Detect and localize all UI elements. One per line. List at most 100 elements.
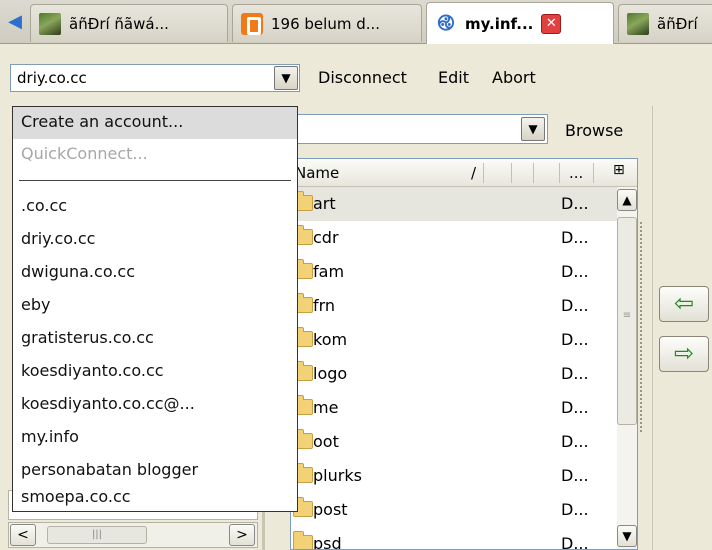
file-type: D... [561,364,589,383]
path-select[interactable]: ▼ [290,114,548,144]
file-row[interactable]: post D... [291,493,617,527]
file-type: D... [561,500,589,519]
transfer-right-icon[interactable]: ⇨ [659,336,709,372]
file-type: D... [561,432,589,451]
file-name: plurks [313,466,362,485]
file-row[interactable]: cdr D... [291,221,617,255]
file-row[interactable]: psd D... [291,527,617,550]
file-name: oot [313,432,339,451]
transfer-left-icon[interactable]: ⇦ [659,286,709,322]
column-separator[interactable] [511,163,512,183]
column-separator[interactable] [483,163,484,183]
column-picker-icon[interactable]: ⊞ [613,162,625,178]
file-name: frn [313,296,336,315]
tree-horizontal-scrollbar[interactable]: < ||| > [8,522,258,548]
chevron-down-icon[interactable]: ▼ [521,117,545,141]
column-separator[interactable] [593,163,594,183]
file-row[interactable]: oot D... [291,425,617,459]
browse-label: Browse [565,121,624,140]
swirl-icon: ࿋ [437,10,455,36]
dropdown-item-site[interactable]: my.info [13,422,297,454]
tab-3-label: my.inf... [465,14,534,33]
abort-button[interactable]: Abort [492,68,536,87]
site-select-value: driy.co.cc [17,69,87,87]
column-name-header[interactable]: Name [295,164,339,182]
tab-2[interactable]: 196 belum d... [232,4,422,42]
site-dropdown: Create an account... QuickConnect... .co… [12,106,298,512]
site-select[interactable]: driy.co.cc ▼ [10,64,300,92]
tab-1[interactable]: ãñÐrí ñãwá... [30,4,228,42]
tab-4-label: ãñÐrí [657,14,698,33]
file-type: D... [561,330,589,349]
file-row[interactable]: art D... [291,187,617,221]
file-name: psd [313,534,342,550]
file-name: logo [313,364,348,383]
file-list-vertical-scrollbar[interactable]: ▲ ≡ ▼ [617,187,637,549]
file-list-header: Name / ... ⊞ [291,159,637,187]
remote-panel-edge [652,106,712,550]
file-type: D... [561,296,589,315]
browser-tab-strip: ◀ ãñÐrí ñãwá... 196 belum d... ࿋ my.inf.… [0,0,712,44]
scroll-right-icon[interactable]: > [229,524,255,546]
column-separator[interactable] [533,163,534,183]
tab-1-label: ãñÐrí ñãwá... [69,14,169,33]
dropdown-item-site[interactable]: personabatan blogger [13,455,297,487]
file-row[interactable]: me D... [291,391,617,425]
dropdown-item-site[interactable]: dwiguna.co.cc [13,257,297,289]
tab-scroll-left-icon[interactable]: ◀ [4,12,26,32]
file-name: cdr [313,228,339,247]
file-row[interactable]: fam D... [291,255,617,289]
hscroll-thumb[interactable]: ||| [47,526,147,544]
scroll-down-icon[interactable]: ▼ [617,525,637,547]
file-row[interactable]: kom D... [291,323,617,357]
orange-page-icon [241,12,263,35]
edit-label: Edit [438,68,469,87]
file-rows: art D... cdr D... fam D... frn D... kom D... … [291,187,617,550]
disconnect-label: Disconnect [318,68,407,87]
vscroll-thumb[interactable]: ≡ [617,217,637,425]
file-row[interactable]: logo D... [291,357,617,391]
scroll-up-icon[interactable]: ▲ [617,189,637,211]
edit-button[interactable]: Edit [438,68,469,87]
file-type: D... [561,466,589,485]
dropdown-separator [19,180,291,181]
column-separator[interactable] [559,163,560,183]
file-name: art [313,194,336,213]
file-type: D... [561,398,589,417]
file-type: D... [561,262,589,281]
photo-thumb-icon [39,12,61,35]
dropdown-item-site[interactable]: smoepa.co.cc [13,485,297,511]
dropdown-item-site[interactable]: koesdiyanto.co.cc@... [13,389,297,421]
file-name: fam [313,262,345,281]
file-name: post [313,500,348,519]
chevron-down-icon[interactable]: ▼ [274,66,298,90]
dropdown-item-site[interactable]: driy.co.cc [13,224,297,256]
file-type: D... [561,534,589,550]
tab-close-icon[interactable]: ✕ [541,13,562,34]
file-row[interactable]: plurks D... [291,459,617,493]
file-name: me [313,398,339,417]
dropdown-item-create-account[interactable]: Create an account... [13,107,297,139]
folder-icon [293,531,313,549]
dropdown-item-quickconnect: QuickConnect... [21,144,148,163]
dropdown-item-site[interactable]: gratisterus.co.cc [13,323,297,355]
disconnect-button[interactable]: Disconnect [318,68,407,87]
photo-thumb-icon [627,12,649,35]
ftp-toolbar: driy.co.cc ▼ Disconnect Edit Abort [0,44,712,106]
abort-label: Abort [492,68,536,87]
file-row[interactable]: frn D... [291,289,617,323]
tab-3-active[interactable]: ࿋ my.inf... ✕ [426,2,614,44]
sort-indicator: / [471,164,477,182]
file-name: kom [313,330,348,349]
dropdown-item-site[interactable]: eby [13,290,297,322]
splitter-handle[interactable] [640,222,648,432]
file-list: Name / ... ⊞ art D... cdr D... fam D... frn… [290,158,638,550]
dropdown-item-site[interactable]: koesdiyanto.co.cc [13,356,297,388]
browse-button[interactable]: Browse [565,121,623,140]
tab-2-label: 196 belum d... [271,14,381,33]
column-type-header[interactable]: ... [569,164,583,182]
dropdown-item-site[interactable]: .co.cc [13,191,297,223]
scroll-left-icon[interactable]: < [10,524,36,546]
tab-4[interactable]: ãñÐrí [618,4,712,42]
file-type: D... [561,228,589,247]
